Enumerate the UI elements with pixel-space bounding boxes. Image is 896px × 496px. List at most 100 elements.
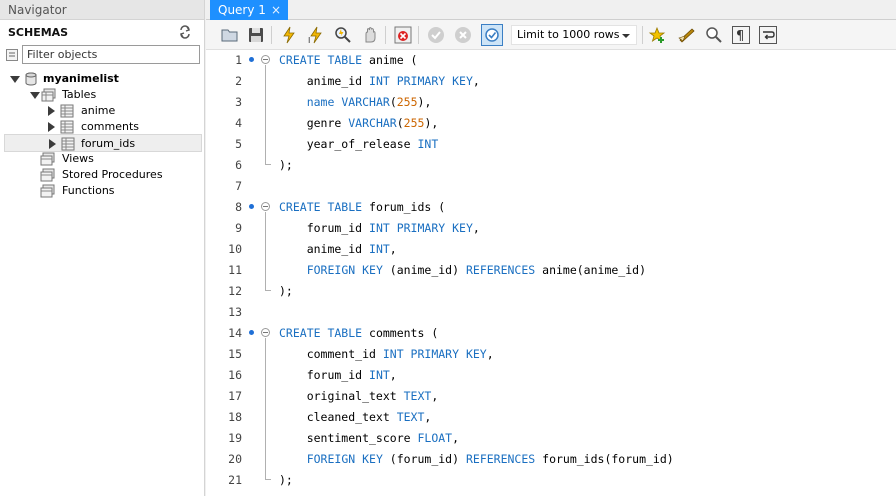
- fold-toggle-icon[interactable]: [261, 202, 270, 211]
- code-line[interactable]: cleaned_text TEXT,: [279, 409, 432, 425]
- sql-text: anime_id: [279, 242, 370, 256]
- toggle-continue-on-error-icon[interactable]: [394, 26, 412, 44]
- table-icon: [61, 137, 75, 151]
- tree-item-table-comments[interactable]: comments: [44, 119, 194, 135]
- tree-item-functions[interactable]: Functions: [40, 183, 190, 199]
- code-line[interactable]: );: [279, 283, 293, 299]
- open-folder-icon[interactable]: [221, 26, 239, 44]
- sql-text: original_text: [279, 389, 404, 403]
- code-line[interactable]: CREATE TABLE forum_ids (: [279, 199, 445, 215]
- line-number: 21: [228, 473, 242, 487]
- filter-objects-input[interactable]: [22, 45, 200, 64]
- fold-guide: [265, 65, 266, 163]
- word-wrap-icon[interactable]: [759, 26, 777, 44]
- code-line[interactable]: CREATE TABLE anime (: [279, 52, 417, 68]
- expand-arrow-icon[interactable]: [48, 106, 55, 116]
- sql-editor[interactable]: 1 2 3 4 5 6 7 8 9 10 11 12 13 14 15 16 17 18 19 20 21 CREATE…: [206, 50, 896, 496]
- rollback-icon[interactable]: [454, 26, 472, 44]
- limit-rows-select[interactable]: Limit to 1000 rows: [511, 25, 637, 45]
- sql-text: comments (: [362, 326, 439, 340]
- line-number: 8: [235, 200, 242, 214]
- sql-text: ,: [431, 389, 439, 403]
- sql-text: ,: [452, 431, 460, 445]
- procedures-label: Stored Procedures: [62, 168, 163, 181]
- code-line[interactable]: CREATE TABLE comments (: [279, 325, 438, 341]
- expand-arrow-icon[interactable]: [49, 139, 56, 149]
- database-icon: [25, 72, 37, 86]
- invisible-characters-icon[interactable]: ¶: [732, 26, 750, 44]
- table-icon: [60, 104, 74, 118]
- sql-text: forum_id: [279, 221, 370, 235]
- fold-end-marker: [265, 474, 271, 480]
- sql-text: ,: [389, 368, 397, 382]
- beautify-icon[interactable]: [678, 26, 696, 44]
- tree-item-views[interactable]: Views: [40, 151, 190, 167]
- code-line[interactable]: comment_id INT PRIMARY KEY,: [279, 346, 494, 362]
- expand-arrow-icon[interactable]: [30, 92, 40, 99]
- sql-text: ,: [472, 221, 480, 235]
- line-number: 3: [235, 95, 242, 109]
- svg-text:I: I: [308, 36, 310, 44]
- views-folder-icon: [40, 152, 55, 166]
- fold-toggle-icon[interactable]: [261, 55, 270, 64]
- stop-icon[interactable]: [361, 26, 379, 44]
- code-line[interactable]: name VARCHAR(255),: [279, 94, 432, 110]
- code-line[interactable]: forum_id INT,: [279, 367, 397, 383]
- line-number: 19: [228, 431, 242, 445]
- sql-keyword: INT PRIMARY KEY: [369, 221, 473, 235]
- sql-text: ),: [417, 95, 432, 109]
- commit-icon[interactable]: [427, 26, 445, 44]
- code-line[interactable]: forum_id INT PRIMARY KEY,: [279, 220, 480, 236]
- sql-text: sentiment_score: [279, 431, 418, 445]
- tree-item-table-anime[interactable]: anime: [44, 103, 194, 119]
- code-line[interactable]: anime_id INT,: [279, 241, 397, 257]
- line-number: 18: [228, 410, 242, 424]
- sql-text: anime_id: [279, 74, 370, 88]
- save-icon[interactable]: [247, 26, 265, 44]
- code-line[interactable]: year_of_release INT: [279, 136, 439, 152]
- code-line[interactable]: );: [279, 157, 293, 173]
- tree-item-table-forum-ids[interactable]: forum_ids: [4, 134, 202, 152]
- statement-marker-icon[interactable]: [249, 57, 254, 62]
- code-line[interactable]: );: [279, 472, 293, 488]
- tree-item-stored-procedures[interactable]: Stored Procedures: [40, 167, 200, 183]
- code-line[interactable]: FOREIGN KEY (forum_id) REFERENCES forum_…: [279, 451, 674, 467]
- sql-number: 255: [396, 95, 418, 109]
- code-line[interactable]: genre VARCHAR(255),: [279, 115, 439, 131]
- tree-item-tables[interactable]: Tables: [24, 87, 194, 103]
- code-line[interactable]: original_text TEXT,: [279, 388, 439, 404]
- sql-text: genre: [279, 116, 349, 130]
- table-icon: [60, 120, 74, 134]
- code-line[interactable]: sentiment_score FLOAT,: [279, 430, 459, 446]
- code-line[interactable]: anime_id INT PRIMARY KEY,: [279, 73, 480, 89]
- statement-marker-icon[interactable]: [249, 330, 254, 335]
- sql-keyword: VARCHAR: [348, 116, 397, 130]
- toolbar-separator: [271, 26, 272, 44]
- expand-arrow-icon[interactable]: [48, 122, 55, 132]
- execute-statement-icon[interactable]: I: [307, 26, 325, 44]
- execute-icon[interactable]: [280, 26, 298, 44]
- sql-keyword: REFERENCES: [465, 452, 536, 466]
- statement-marker-icon[interactable]: [249, 204, 254, 209]
- find-replace-icon[interactable]: [705, 26, 723, 44]
- expand-arrow-icon[interactable]: [10, 76, 20, 83]
- fold-end-marker: [265, 285, 271, 291]
- sql-keyword: TEXT: [396, 410, 425, 424]
- sql-number: 255: [403, 116, 425, 130]
- tab-query-1[interactable]: Query 1 ×: [210, 0, 288, 20]
- autocommit-icon[interactable]: [481, 24, 503, 46]
- sql-text: forum_ids(forum_id): [535, 452, 674, 466]
- add-snippet-icon[interactable]: [648, 26, 666, 44]
- sql-text: anime (: [362, 53, 418, 67]
- line-number: 6: [235, 158, 242, 172]
- tree-item-schema-myanimelist[interactable]: myanimelist: [8, 71, 198, 87]
- fold-toggle-icon[interactable]: [261, 328, 270, 337]
- close-tab-icon[interactable]: ×: [271, 0, 281, 20]
- line-number: 17: [228, 389, 242, 403]
- refresh-icon[interactable]: [178, 25, 192, 39]
- line-number: 16: [228, 368, 242, 382]
- sql-text: );: [279, 284, 293, 298]
- explain-icon[interactable]: [334, 26, 352, 44]
- code-line[interactable]: FOREIGN KEY (anime_id) REFERENCES anime(…: [279, 262, 646, 278]
